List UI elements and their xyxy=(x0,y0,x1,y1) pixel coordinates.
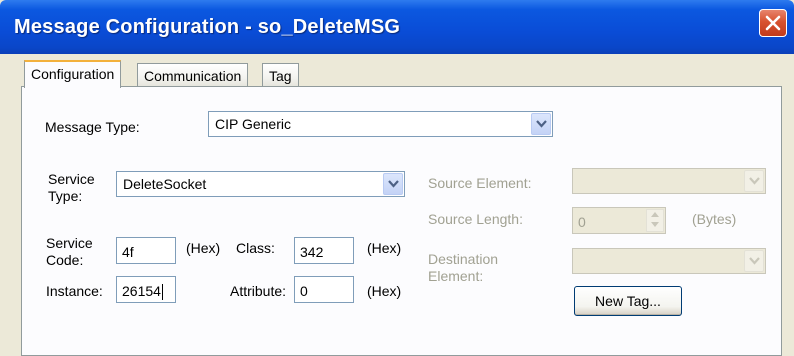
class-input[interactable]: 342 xyxy=(294,237,354,264)
text-cursor xyxy=(161,284,163,301)
source-length-spinner[interactable] xyxy=(646,209,664,232)
source-element-select[interactable] xyxy=(572,168,766,194)
service-code-label-line1: Service xyxy=(46,235,93,251)
source-length-value: 0 xyxy=(578,214,586,230)
tab-configuration[interactable]: Configuration xyxy=(24,60,122,88)
message-type-dropdown-button[interactable] xyxy=(531,113,551,135)
service-type-dropdown-button[interactable] xyxy=(383,173,403,195)
instance-label: Instance: xyxy=(46,283,103,299)
tab-configuration-label: Configuration xyxy=(31,66,115,82)
bytes-label: (Bytes) xyxy=(692,211,737,227)
close-button[interactable] xyxy=(759,9,787,37)
chevron-down-icon xyxy=(749,257,760,265)
attribute-value: 0 xyxy=(300,283,308,299)
source-element-dropdown-button[interactable] xyxy=(744,170,764,192)
service-type-label-line2: Type: xyxy=(48,188,83,204)
class-value: 342 xyxy=(300,244,324,260)
source-length-input[interactable]: 0 xyxy=(572,207,666,234)
new-tag-button[interactable]: New Tag... xyxy=(574,286,682,316)
attribute-input[interactable]: 0 xyxy=(294,276,354,303)
chevron-down-icon xyxy=(536,120,547,128)
chevron-down-icon xyxy=(749,177,760,185)
message-type-value: CIP Generic xyxy=(215,116,291,132)
spin-up-icon xyxy=(651,212,659,217)
tab-communication[interactable]: Communication xyxy=(137,63,249,87)
destination-label-line2: Element: xyxy=(428,268,484,284)
new-tag-button-label: New Tag... xyxy=(595,293,661,309)
attribute-label: Attribute: xyxy=(230,283,287,299)
instance-input[interactable]: 26154 xyxy=(116,276,176,303)
class-label: Class: xyxy=(236,240,275,256)
service-code-label-line2: Code: xyxy=(46,252,84,268)
message-type-select[interactable]: CIP Generic xyxy=(208,111,553,137)
service-type-value: DeleteSocket xyxy=(123,176,207,192)
tab-tag-label: Tag xyxy=(269,68,292,84)
spin-down-icon xyxy=(651,222,659,227)
class-hex-label: (Hex) xyxy=(367,240,402,256)
title-bar[interactable]: Message Configuration - so_DeleteMSG xyxy=(0,0,794,54)
close-icon xyxy=(765,15,781,31)
attribute-hex-label: (Hex) xyxy=(367,283,402,299)
tab-communication-label: Communication xyxy=(144,68,242,84)
service-code-hex-label: (Hex) xyxy=(186,240,221,256)
window-title: Message Configuration - so_DeleteMSG xyxy=(14,16,401,38)
message-type-label: Message Type: xyxy=(45,119,140,135)
destination-label-line1: Destination xyxy=(428,251,499,267)
destination-element-select[interactable] xyxy=(572,248,766,274)
tab-tag[interactable]: Tag xyxy=(262,63,299,87)
service-code-input[interactable]: 4f xyxy=(116,237,176,264)
chevron-down-icon xyxy=(388,180,399,188)
spin-up-button[interactable] xyxy=(647,210,663,220)
destination-dropdown-button[interactable] xyxy=(744,250,764,272)
spin-down-button[interactable] xyxy=(647,220,663,230)
instance-value: 26154 xyxy=(122,283,161,299)
source-length-label: Source Length: xyxy=(428,211,523,227)
source-element-label: Source Element: xyxy=(428,175,532,191)
service-code-value: 4f xyxy=(122,244,134,260)
service-type-select[interactable]: DeleteSocket xyxy=(116,171,405,197)
service-type-label-line1: Service xyxy=(48,171,95,187)
